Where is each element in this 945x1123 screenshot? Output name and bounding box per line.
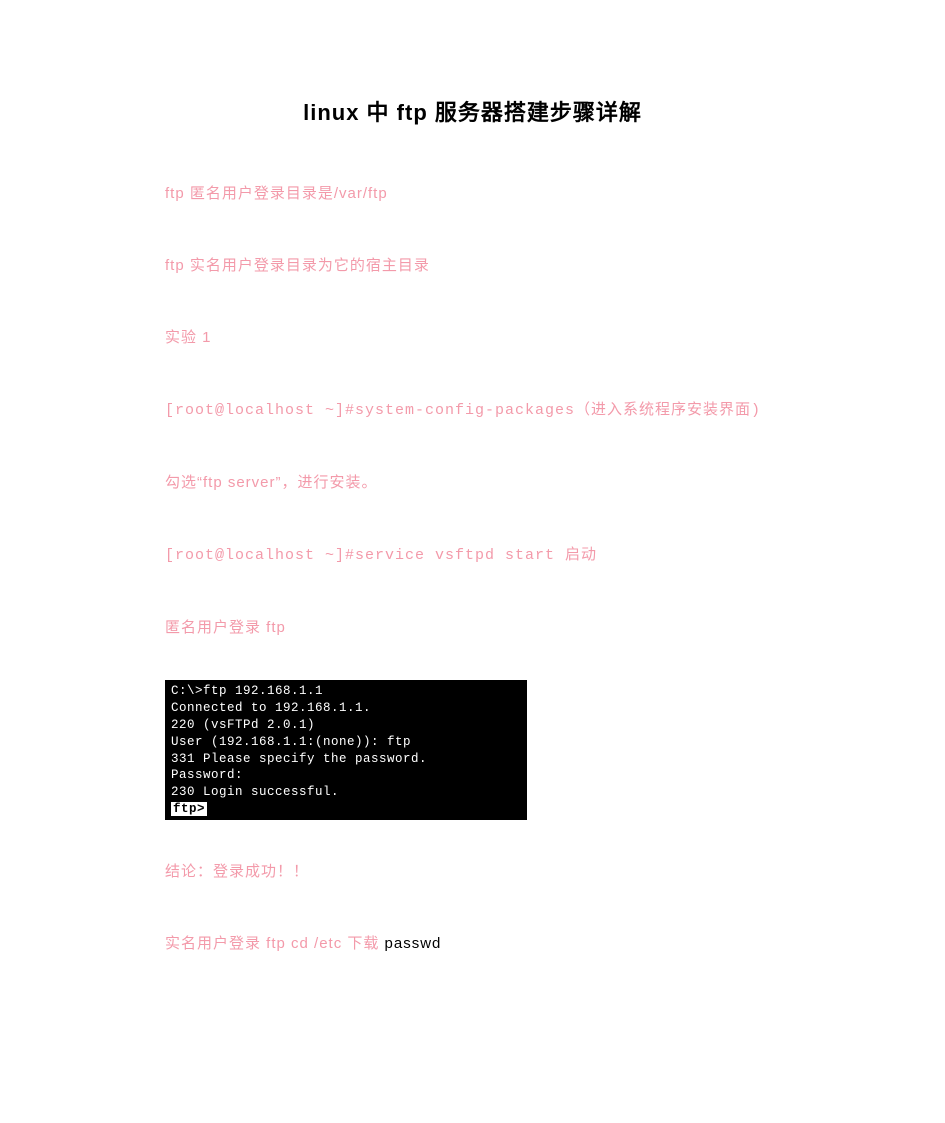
terminal-line-3: 220 (vsFTPd 2.0.1) [171,718,315,732]
text-realname-cmd: 实名用户登录 ftp cd /etc 下载 [165,935,379,952]
terminal-line-4: User (192.168.1.1:(none)): ftp [171,735,411,749]
paragraph-system-config: [root@localhost ~]#system-config-package… [165,398,780,423]
paragraph-select-ftp-server: 勾选“ftp server”，进行安装。 [165,471,780,495]
paragraph-experiment-1: 实验 1 [165,326,780,350]
paragraph-service-start: [root@localhost ~]#service vsftpd start … [165,543,780,568]
terminal-line-7: 230 Login successful. [171,785,339,799]
text-passwd: passwd [379,935,441,952]
paragraph-realname-login: 实名用户登录 ftp cd /etc 下载 passwd [165,932,780,956]
terminal-output: C:\>ftp 192.168.1.1 Connected to 192.168… [165,680,527,820]
document-page: linux 中 ftp 服务器搭建步骤详解 ftp 匿名用户登录目录是/var/… [0,0,945,1123]
terminal-prompt: ftp> [171,802,207,816]
paragraph-conclusion: 结论：登录成功！！ [165,860,780,884]
terminal-line-5: 331 Please specify the password. [171,752,427,766]
terminal-line-6: Password: [171,768,243,782]
terminal-line-2: Connected to 192.168.1.1. [171,701,371,715]
paragraph-anonymous-login: 匿名用户登录 ftp [165,616,780,640]
cmd-service-start: [root@localhost ~]#service vsftpd start … [165,547,597,564]
page-title: linux 中 ftp 服务器搭建步骤详解 [165,95,780,127]
terminal-line-1: C:\>ftp 192.168.1.1 [171,684,323,698]
paragraph-realname-dir: ftp 实名用户登录目录为它的宿主目录 [165,254,780,278]
paragraph-anonymous-dir: ftp 匿名用户登录目录是/var/ftp [165,182,780,206]
cmd-system-config: [root@localhost ~]#system-config-package… [165,402,761,419]
